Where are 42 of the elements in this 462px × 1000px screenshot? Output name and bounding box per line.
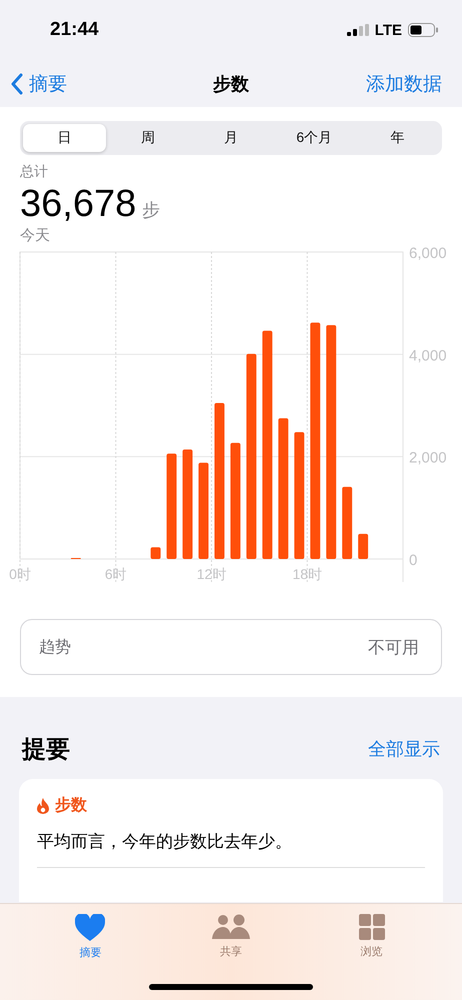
total-value: 36,678 bbox=[20, 183, 136, 226]
show-all-link[interactable]: 全部显示 bbox=[368, 737, 440, 761]
y-axis-label: 0 bbox=[409, 552, 418, 569]
segment-tab[interactable]: 年 bbox=[356, 124, 440, 152]
chevron-left-icon bbox=[10, 72, 23, 94]
trend-card[interactable]: 趋势 不可用 bbox=[20, 619, 442, 675]
trend-label: 趋势 bbox=[39, 638, 71, 658]
y-axis-label: 4,000 bbox=[409, 347, 447, 364]
network-label: LTE bbox=[374, 22, 402, 38]
grid-icon bbox=[358, 914, 385, 940]
add-data-button[interactable]: 添加数据 bbox=[366, 70, 442, 96]
highlight-card[interactable]: 步数 平均而言，今年的步数比去年少。 bbox=[19, 779, 443, 902]
people-icon bbox=[212, 914, 250, 940]
tab-bar-item[interactable]: 浏览 bbox=[326, 904, 417, 1000]
page-title: 步数 bbox=[213, 74, 249, 94]
x-axis-label: 6时 bbox=[104, 566, 127, 582]
chart-bar bbox=[150, 547, 161, 559]
signal-icon bbox=[346, 24, 369, 36]
heart-icon bbox=[75, 914, 106, 941]
status-time: 21:44 bbox=[50, 19, 99, 41]
back-button[interactable]: 摘要 bbox=[10, 70, 67, 96]
total-label: 总计 bbox=[20, 163, 49, 181]
segment-tab[interactable]: 周 bbox=[106, 124, 190, 152]
card-category: 步数 bbox=[55, 796, 87, 816]
y-axis-label: 2,000 bbox=[409, 450, 447, 467]
tab-bar-item[interactable]: 摘要 bbox=[45, 904, 136, 1000]
section-title: 提要 bbox=[22, 735, 70, 765]
date-label: 今天 bbox=[20, 226, 51, 245]
card-text: 平均而言，今年的步数比去年少。 bbox=[37, 830, 425, 868]
x-axis-label: 12时 bbox=[196, 566, 226, 582]
segment-tab[interactable]: 日 bbox=[23, 124, 106, 152]
chart-bar bbox=[358, 534, 368, 559]
tab-bar-item[interactable]: 共享 bbox=[186, 904, 276, 1000]
y-axis-label: 6,000 bbox=[409, 245, 447, 262]
segment-tab[interactable]: 月 bbox=[189, 124, 273, 152]
x-axis-label: 18时 bbox=[292, 566, 322, 582]
x-axis-label: 0时 bbox=[9, 566, 31, 582]
flame-icon bbox=[37, 798, 49, 814]
total-unit: 步 bbox=[142, 199, 160, 222]
trend-value: 不可用 bbox=[368, 636, 419, 658]
battery-icon bbox=[408, 23, 438, 37]
segment-tab[interactable]: 6个月 bbox=[272, 124, 356, 152]
